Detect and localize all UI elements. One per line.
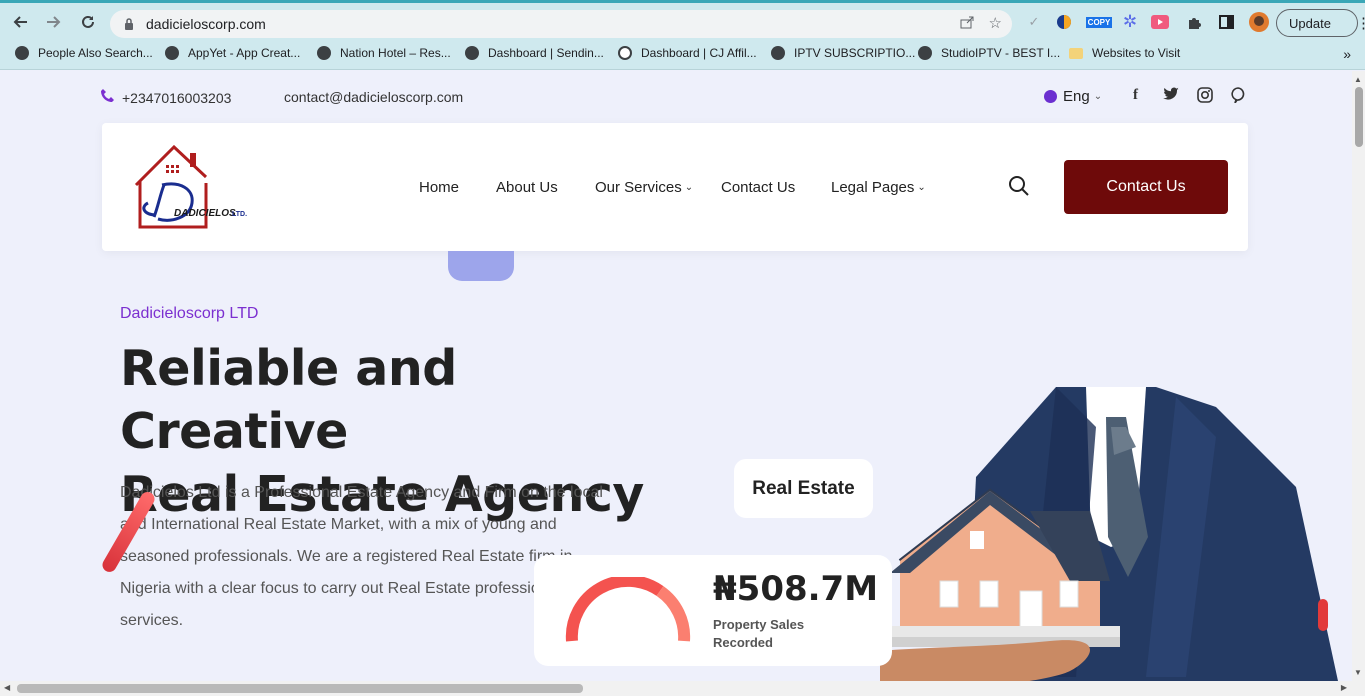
scroll-down-icon[interactable]: ▼ [1354, 668, 1362, 677]
lock-icon[interactable] [122, 17, 136, 31]
scroll-up-icon[interactable]: ▲ [1354, 75, 1362, 84]
browser-toolbar: dadicieloscorp.com ☆ ✓ COPY ✲ Update ⋮ [0, 0, 1365, 40]
asterisk-extension-icon[interactable]: ✲ [1120, 12, 1140, 32]
gauge-chart [565, 577, 691, 642]
update-label: Update [1289, 15, 1331, 31]
check-extension-icon[interactable]: ✓ [1024, 12, 1044, 32]
bookmark-item[interactable]: Dashboard | Sendin... [465, 46, 604, 60]
profile-avatar-icon[interactable] [1248, 11, 1270, 33]
hero-title-line-1: Reliable and Creative [120, 340, 457, 460]
facebook-icon[interactable]: f [1133, 87, 1138, 104]
globe-icon [771, 46, 785, 60]
video-extension-icon[interactable] [1150, 12, 1170, 32]
browser-menu-icon[interactable]: ⋮ [1356, 14, 1365, 32]
scrollbar-thumb[interactable] [17, 684, 583, 693]
logo-suffix: LTD. [232, 211, 248, 218]
nav-home[interactable]: Home [419, 179, 459, 196]
horizontal-scrollbar[interactable]: ◀ ▶ [0, 681, 1365, 696]
globe-icon [317, 46, 331, 60]
bookmark-star-icon[interactable]: ☆ [989, 14, 1002, 34]
chevron-down-icon: ⌄ [1093, 91, 1103, 102]
vertical-scrollbar[interactable]: ▲ ▼ [1352, 71, 1365, 681]
scrollbar-thumb[interactable] [1355, 87, 1363, 147]
bookmarks-bar: People Also Search... AppYet - App Creat… [0, 40, 1365, 70]
chevron-down-icon: ⌄ [684, 182, 694, 193]
bookmark-item[interactable]: StudioIPTV - BEST I... [918, 46, 1060, 60]
search-icon[interactable] [1008, 175, 1030, 197]
half-circle-extension-icon[interactable] [1054, 12, 1074, 32]
more-bookmarks-icon[interactable]: » [1343, 46, 1351, 62]
sales-stat-card: ₦508.7M Property Sales Recorded [534, 555, 892, 666]
sales-stat-value: ₦508.7M [713, 569, 879, 609]
back-icon[interactable] [6, 8, 34, 36]
hero-eyebrow: Dadicieloscorp LTD [120, 305, 259, 322]
globe-icon [165, 46, 179, 60]
side-panel-icon[interactable] [1216, 12, 1236, 32]
bookmark-folder[interactable]: Websites to Visit [1069, 46, 1180, 60]
nav-contact-us[interactable]: Contact Us [721, 179, 795, 196]
hand-image [880, 640, 1090, 681]
bookmark-item[interactable]: Dashboard | CJ Affil... [618, 46, 757, 60]
contact-us-button[interactable]: Contact Us [1064, 160, 1228, 214]
chevron-down-icon: ⌄ [917, 182, 926, 193]
g-logo-icon [618, 46, 632, 60]
topbar-phone[interactable]: +2347016003203 [100, 88, 231, 107]
browser-window: dadicieloscorp.com ☆ ✓ COPY ✲ Update ⋮ P… [0, 0, 1365, 696]
scroll-left-icon[interactable]: ◀ [4, 683, 10, 692]
sales-stat-label: Property Sales Recorded [713, 617, 805, 650]
globe-icon [15, 46, 29, 60]
phone-icon [100, 88, 115, 107]
bookmark-item[interactable]: People Also Search... [15, 46, 153, 60]
globe-icon [1044, 90, 1057, 103]
update-button[interactable]: Update ⋮ [1276, 9, 1365, 37]
phone-number[interactable]: +2347016003203 [122, 90, 231, 106]
address-bar[interactable]: dadicieloscorp.com ☆ [110, 10, 1012, 38]
twitter-icon[interactable] [1163, 87, 1179, 105]
logo-wordmark: DADICIELOS [174, 208, 236, 219]
share-icon[interactable] [959, 14, 975, 34]
reload-icon[interactable] [74, 8, 102, 36]
real-estate-badge: Real Estate [734, 459, 873, 518]
language-selector[interactable]: Eng ⌄ [1044, 88, 1102, 105]
bookmark-item[interactable]: AppYet - App Creat... [165, 46, 300, 60]
site-logo[interactable]: DADICIELOS LTD. [134, 144, 254, 230]
scroll-right-icon[interactable]: ▶ [1341, 683, 1347, 692]
folder-icon [1069, 47, 1083, 59]
instagram-icon[interactable] [1197, 87, 1213, 107]
site-header: DADICIELOS LTD. Home About Us Our Servic… [102, 123, 1248, 251]
puzzle-extensions-icon[interactable] [1184, 12, 1204, 32]
topbar-email[interactable]: contact@dadicieloscorp.com [284, 89, 463, 105]
language-label: Eng [1063, 88, 1090, 105]
web-page: +2347016003203 contact@dadicieloscorp.co… [0, 71, 1352, 681]
globe-icon [918, 46, 932, 60]
decorative-shape [448, 251, 514, 281]
bookmark-item[interactable]: Nation Hotel – Res... [317, 46, 451, 60]
decorative-dot [1318, 599, 1328, 631]
nav-about-us[interactable]: About Us [496, 179, 558, 196]
nav-legal-pages[interactable]: Legal Pages ⌄ [831, 179, 926, 196]
pinterest-icon[interactable] [1231, 87, 1245, 107]
globe-icon [465, 46, 479, 60]
copy-extension-icon[interactable]: COPY [1085, 12, 1113, 32]
bookmark-item[interactable]: IPTV SUBSCRIPTIO... [771, 46, 915, 60]
nav-our-services[interactable]: Our Services ⌄ [595, 179, 693, 196]
forward-icon[interactable] [40, 8, 68, 36]
url-text[interactable]: dadicieloscorp.com [146, 16, 266, 32]
